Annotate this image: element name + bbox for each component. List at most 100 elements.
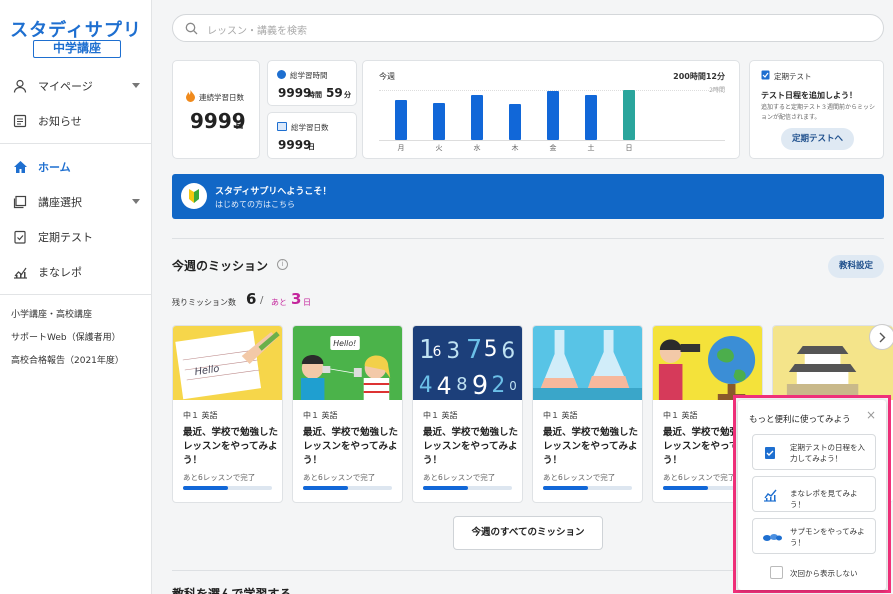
- sidebar-item-news[interactable]: お知らせ: [0, 104, 152, 138]
- popup-item-supmon[interactable]: サプモンをやってみよう！: [752, 518, 876, 554]
- chart-label: 今週: [379, 72, 395, 81]
- total-time-label: 総学習時間: [290, 71, 328, 80]
- chart-tick-label: 土: [587, 144, 595, 152]
- all-missions-button[interactable]: 今週のすべてのミッション: [453, 516, 603, 550]
- person-icon: [12, 78, 28, 94]
- test-icon: [761, 70, 770, 80]
- remaining-label: 残りミッション数: [172, 298, 236, 307]
- sidebar-item-mypage[interactable]: マイページ: [0, 69, 152, 103]
- chart-bar: [547, 91, 559, 140]
- popup-item-label: まなレポを見てみよう！: [790, 489, 858, 509]
- mission-subject: 中１ 英語: [183, 411, 218, 420]
- chart-bar: [623, 90, 635, 140]
- sidebar-item-label: お知らせ: [38, 115, 82, 128]
- svg-text:6: 6: [433, 344, 442, 360]
- sidebar-item-label: 定期テスト: [38, 231, 93, 244]
- divider: [0, 143, 152, 144]
- chart-bar: [471, 95, 483, 140]
- mission-remaining: あと6レッスンで完了: [543, 473, 616, 482]
- sidebar-item-label: ホーム: [38, 161, 71, 174]
- weekly-chart-card: 今週 200時間12分 2時間 月火水木金土日: [362, 60, 740, 159]
- popup-item-label: サプモンをやってみよう！: [790, 527, 865, 547]
- sidebar-item-label: 講座選択: [38, 196, 82, 209]
- course-icon: [12, 194, 28, 210]
- mission-subject: 中１ 英語: [543, 411, 578, 420]
- link-support-web[interactable]: サポートWeb（保護者用）: [11, 330, 121, 343]
- mission-progress: [303, 486, 392, 490]
- sidebar-item-manarepo[interactable]: まなレポ: [0, 255, 152, 289]
- subject-settings-button[interactable]: 教科設定: [828, 255, 884, 278]
- days-prefix: あと: [271, 298, 287, 307]
- svg-text:8: 8: [456, 374, 467, 395]
- search-bar[interactable]: レッスン・講義を検索: [172, 14, 884, 42]
- mission-card[interactable]: Hello! 中１ 英語 最近、学校で勉強したレッスンをやってみよう！ あと6レ…: [292, 325, 403, 503]
- total-time-card: 総学習時間 9999 時間 59 分: [267, 60, 357, 106]
- test-card: 定期テスト テスト日程を追加しよう！ 追加すると定期テスト３週間前からミッション…: [749, 60, 884, 159]
- chart-baseline: [379, 140, 725, 141]
- dont-show-checkbox[interactable]: [770, 566, 783, 579]
- chart-bar: [509, 103, 521, 140]
- popup-item-label: 定期テストの日程を入力してみよう！: [790, 443, 865, 463]
- svg-text:7: 7: [466, 335, 482, 365]
- mission-remaining: あと6レッスンで完了: [663, 473, 736, 482]
- total-days-unit: 日: [308, 143, 315, 151]
- chevron-down-icon: [132, 199, 140, 204]
- sidebar-item-label: まなレポ: [38, 266, 82, 279]
- carousel-next-button[interactable]: [869, 324, 893, 350]
- sidebar: スタディサプリ 中学講座 マイページ お知らせ ホーム 講座選択 定期テスト ま…: [0, 0, 152, 594]
- mission-card[interactable]: 中１ 英語 最近、学校で勉強したレッスンをやってみよう！ あと6レッスンで完了: [532, 325, 643, 503]
- svg-text:9: 9: [472, 371, 488, 400]
- highlight-frame: もっと便利に使ってみよう × 定期テストの日程を入力してみよう！ まなレポを見て…: [733, 395, 891, 593]
- link-other-courses[interactable]: 小学講座・高校講座: [11, 307, 92, 320]
- link-pass-report[interactable]: 高校合格報告（2021年度）: [11, 353, 124, 366]
- popup-title: もっと便利に使ってみよう: [749, 415, 851, 425]
- beginner-mark-icon: [189, 189, 199, 203]
- chart-tick-label: 月: [397, 144, 405, 152]
- notice-icon: [12, 113, 28, 129]
- test-card-desc: 追加すると定期テスト３週間前からミッションが配信されます。: [761, 104, 876, 121]
- sidebar-item-home[interactable]: ホーム: [0, 150, 152, 184]
- mission-illustration-flasks: [533, 326, 642, 400]
- home-icon: [12, 159, 28, 175]
- info-icon[interactable]: i: [277, 259, 288, 270]
- calendar-icon: [277, 122, 287, 131]
- logo[interactable]: スタディサプリ: [0, 16, 152, 42]
- streak-unit: 日: [235, 121, 245, 131]
- divider: [172, 238, 884, 239]
- welcome-banner[interactable]: スタディサプリへようこそ！ はじめての方はこちら: [172, 174, 884, 219]
- days-count: 3: [291, 290, 302, 308]
- popup-item-manarepo[interactable]: まなレポを見てみよう！: [752, 476, 876, 512]
- total-time-minutes: 59: [326, 86, 343, 100]
- search-input[interactable]: レッスン・講義を検索: [207, 22, 307, 37]
- chart-tick-label: 木: [511, 144, 519, 152]
- hours-unit: 時間: [308, 91, 322, 99]
- mission-illustration-globe: [653, 326, 762, 400]
- sidebar-item-courses[interactable]: 講座選択: [0, 185, 152, 219]
- chevron-down-icon: [132, 83, 140, 88]
- total-days-card: 総学習日数 9999 日: [267, 112, 357, 159]
- mission-subject: 中１ 英語: [303, 411, 338, 420]
- mission-card[interactable]: Hello 中１ 英語 最近、学校で勉強したレッスンをやってみよう！ あと6レッ…: [172, 325, 283, 503]
- clock-icon: [277, 70, 286, 79]
- test-page-button[interactable]: 定期テストへ: [781, 128, 854, 150]
- mission-progress-fill: [543, 486, 588, 490]
- close-icon[interactable]: ×: [866, 408, 876, 422]
- supmon-icon: [763, 534, 782, 541]
- mission-progress: [423, 486, 512, 490]
- chevron-right-icon: [879, 332, 886, 343]
- chart-bar: [395, 100, 407, 140]
- missions-heading: 今週のミッション: [172, 259, 269, 273]
- minutes-unit: 分: [344, 91, 351, 99]
- mission-title: 最近、学校で勉強したレッスンをやってみよう！: [183, 427, 279, 466]
- chart-bar: [585, 94, 597, 140]
- total-days-label: 総学習日数: [291, 123, 329, 132]
- mission-card[interactable]: 1 6 3 7 5 6 4 4 8 9 2 0 中１ 英語 最近、学校で勉強した…: [412, 325, 523, 503]
- mission-progress-fill: [183, 486, 228, 490]
- mission-remaining: あと6レッスンで完了: [303, 473, 376, 482]
- popup-item-test[interactable]: 定期テストの日程を入力してみよう！: [752, 434, 876, 470]
- sidebar-item-test[interactable]: 定期テスト: [0, 220, 152, 254]
- mission-remaining: あと6レッスンで完了: [183, 473, 256, 482]
- streak-label: 連続学習日数: [199, 93, 244, 102]
- slash: /: [260, 295, 264, 306]
- mission-remaining: あと6レッスンで完了: [423, 473, 496, 482]
